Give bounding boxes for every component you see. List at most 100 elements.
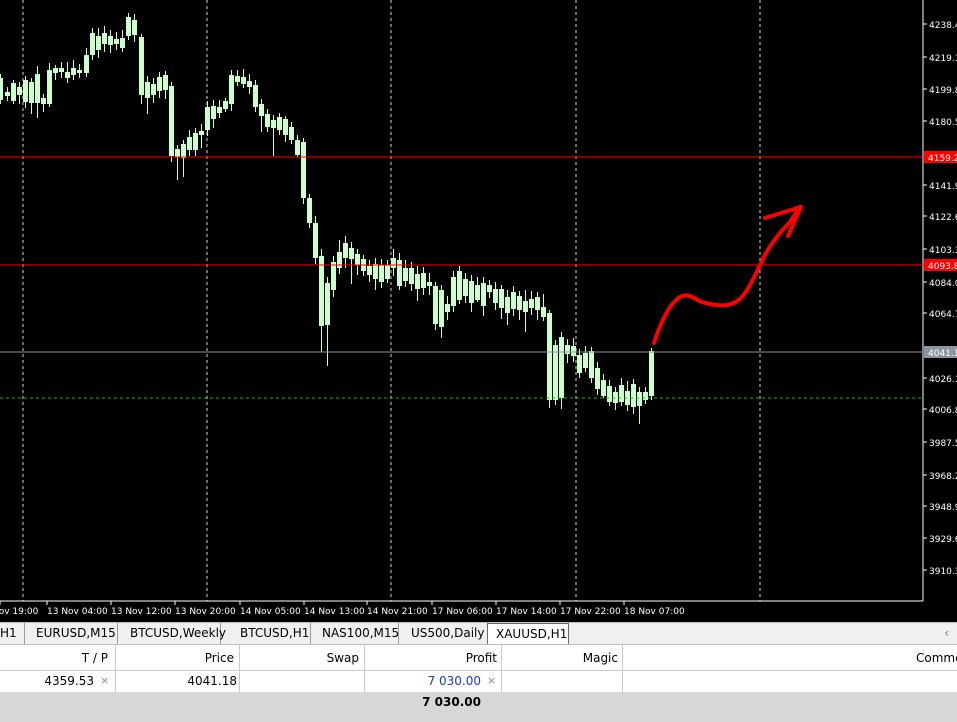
candle-body [217, 107, 222, 113]
total-profit: 7 030.00 [422, 695, 481, 709]
candle-body [114, 39, 119, 44]
candle-body [403, 268, 408, 281]
tab-us500-daily[interactable]: US500,Daily [401, 623, 485, 644]
candle-body [595, 368, 600, 389]
candle-body [649, 351, 654, 396]
tab-btcusd-h1[interactable]: BTCUSD,H1 [223, 623, 311, 644]
chart-tabs-bar: H1 EURUSD,M15 BTCUSD,Weekly BTCUSD,H1 NA… [0, 622, 957, 645]
tab-btcusd-weekly[interactable]: BTCUSD,Weekly [120, 623, 226, 644]
col-header-tp[interactable]: T / P [0, 645, 110, 670]
candle-body [90, 33, 95, 55]
candle-body [349, 248, 354, 259]
tab-h1[interactable]: H1 [0, 623, 25, 644]
clear-tp-icon[interactable]: × [100, 671, 112, 692]
candle-body [565, 345, 570, 354]
candle-body [313, 223, 318, 258]
candle-body [108, 36, 113, 45]
table-header: T / P Price Swap Profit Magic Comme [0, 645, 957, 671]
close-position-icon[interactable]: × [487, 671, 499, 692]
tp-value[interactable]: 4359.53 [0, 671, 94, 692]
price-tick-label: 3987.5 [929, 439, 957, 449]
tab-xauusd-h1[interactable]: XAUUSD,H1 [487, 623, 569, 644]
candle-body [277, 117, 282, 130]
candle-body [487, 285, 492, 292]
candle-body [53, 68, 58, 73]
profit-value: 7 030.00 [427, 674, 481, 688]
candle-body [301, 142, 306, 198]
candle-body [235, 76, 240, 82]
time-tick-label: 13 Nov 12:00 [111, 607, 172, 617]
candle-body [59, 68, 64, 72]
candle-body [529, 299, 534, 308]
candle-body [619, 385, 624, 402]
candle-body [457, 271, 462, 300]
candle-body [607, 386, 612, 402]
candle-body [445, 304, 450, 312]
time-tick-label: 14 Nov 05:00 [240, 607, 301, 617]
col-header-price[interactable]: Price [116, 645, 234, 670]
candle-body [391, 258, 396, 268]
candle-body [325, 283, 330, 325]
price-tick-label: 3968.2 [929, 472, 957, 482]
candle-body [421, 273, 426, 288]
candle-body [583, 353, 588, 368]
candle-body [433, 286, 438, 324]
col-header-comment[interactable]: Comme [916, 645, 957, 670]
candle-body [367, 266, 372, 275]
candle-body [187, 137, 192, 150]
candle-body [283, 119, 288, 135]
candle-body [126, 17, 131, 36]
price-tick-label: 4141.9 [929, 182, 957, 192]
candle-body [84, 55, 89, 73]
candle-body [355, 254, 360, 265]
comment-value [623, 671, 923, 692]
candle-body [205, 107, 210, 130]
candle-body [139, 37, 144, 95]
col-header-swap[interactable]: Swap [240, 645, 359, 670]
candle-body [307, 198, 312, 223]
level-price-tag-label: 4093.8 [928, 262, 957, 272]
col-header-magic[interactable]: Magic [502, 645, 618, 670]
candle-body [175, 149, 180, 157]
bid-price-tag-label: 4041.1 [928, 349, 957, 359]
price-tick-label: 4180.5 [929, 118, 957, 128]
candle-body [102, 33, 107, 44]
price-tick-label: 4006.8 [929, 406, 957, 416]
candle-body [47, 70, 52, 104]
price-value: 4041.18 [187, 674, 237, 688]
candle-body [511, 292, 516, 309]
candle-body [0, 78, 3, 100]
candle-body [523, 301, 528, 312]
candle-body [259, 104, 264, 116]
candle-body [517, 296, 522, 310]
tab-nas100-m15[interactable]: NAS100,M15 [313, 623, 399, 644]
time-tick-label: 14 Nov 21:00 [367, 607, 428, 617]
time-tick-label: Nov 19:00 [0, 607, 39, 617]
price-chart[interactable]: 4238.4 4219.1 4199.8 4180.5 4141.9 4122.6 4103… [0, 0, 957, 622]
tab-eurusd-m15[interactable]: EURUSD,M15 [26, 623, 118, 644]
candle-body [577, 355, 582, 373]
candle-body [253, 85, 258, 107]
candle-body [211, 106, 216, 119]
price-tick-label: 3910.3 [929, 567, 957, 577]
candle-body [41, 98, 46, 104]
candle-body [535, 297, 540, 310]
candle-body [65, 72, 70, 78]
candle-body [319, 256, 324, 326]
price-tick-label: 3948.9 [929, 503, 957, 513]
tabs-scroll-left-icon[interactable]: ‹ [944, 623, 949, 643]
candle-body [151, 84, 156, 95]
candle-body [571, 346, 576, 356]
candle-body [120, 38, 125, 48]
col-header-profit[interactable]: Profit [365, 645, 497, 670]
table-row[interactable]: 4359.53 × 4041.18 7 030.00 × [0, 671, 957, 692]
time-tick-label: 17 Nov 06:00 [432, 607, 493, 617]
candle-body [343, 243, 348, 258]
candle-body [439, 290, 444, 327]
candle-body [163, 75, 168, 90]
candle-body [481, 283, 486, 306]
time-tick-label: 13 Nov 20:00 [175, 607, 236, 617]
candle-body [223, 101, 228, 109]
candle-body [409, 268, 414, 284]
candle-body [451, 277, 456, 306]
